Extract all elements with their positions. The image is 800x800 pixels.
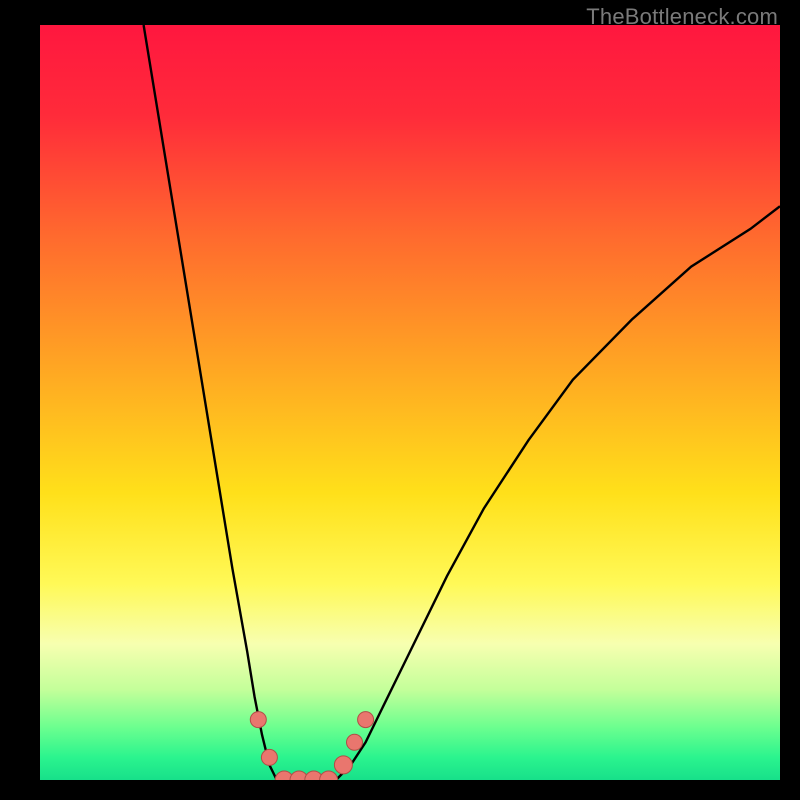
watermark-text: TheBottleneck.com <box>586 4 778 30</box>
chart-frame: TheBottleneck.com <box>0 0 800 800</box>
data-point <box>250 712 266 728</box>
data-point <box>358 712 374 728</box>
data-point <box>347 734 363 750</box>
data-point <box>261 749 277 765</box>
data-point <box>334 756 352 774</box>
plot-area <box>40 25 780 780</box>
gradient-background <box>40 25 780 780</box>
chart-svg <box>40 25 780 780</box>
